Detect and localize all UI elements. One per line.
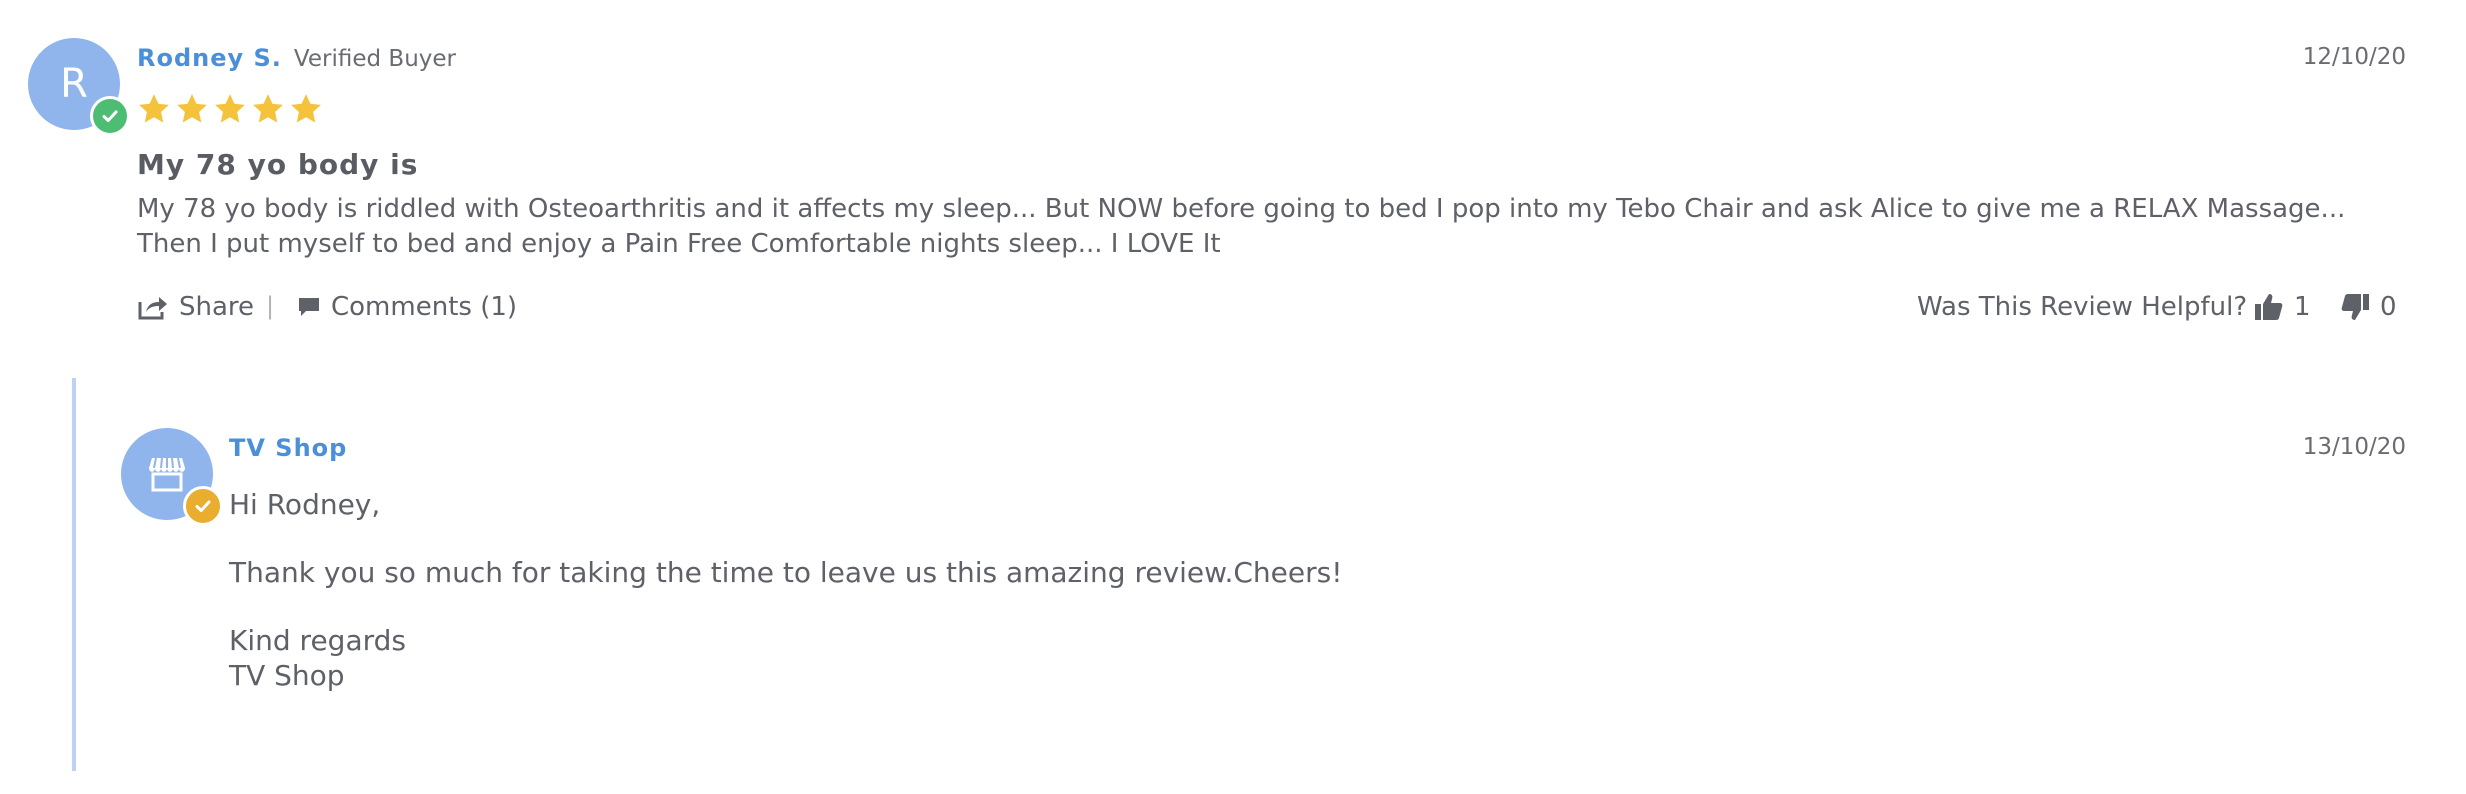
reply-author[interactable]: TV Shop [229, 434, 347, 462]
share-icon [138, 297, 167, 320]
thumbs-down-icon [2341, 294, 2369, 320]
star-icon [253, 94, 283, 123]
action-separator: | [266, 292, 275, 320]
reply-date: 13/10/20 [2302, 434, 2406, 460]
shop-avatar [121, 428, 223, 526]
review-body-line: My 78 yo body is riddled with Osteoarthr… [137, 194, 2346, 224]
star-icon [215, 94, 245, 123]
verified-check-icon [90, 96, 130, 136]
thumbs-down-button[interactable]: 0 [2340, 292, 2397, 322]
star-rating [137, 92, 323, 126]
downvote-count: 0 [2380, 292, 2397, 322]
shop-check-icon [183, 486, 223, 526]
review-title: My 78 yo body is [137, 148, 419, 181]
avatar-letter: R [60, 61, 88, 107]
comments-button[interactable]: Comments (1) [297, 292, 517, 322]
share-button[interactable]: Share [137, 292, 254, 322]
reply-divider-bar [72, 378, 76, 771]
comment-icon [299, 298, 319, 316]
thumbs-up-icon [2255, 294, 2283, 320]
upvote-count: 1 [2294, 292, 2311, 322]
reply-signoff: Kind regards [229, 624, 406, 657]
review-body: My 78 yo body is riddled with Osteoarthr… [137, 192, 2417, 262]
reply-message: Thank you so much for taking the time to… [229, 556, 1343, 589]
comments-label: Comments (1) [331, 292, 518, 322]
reviewer-name[interactable]: Rodney S. [137, 44, 282, 72]
verified-buyer-label: Verified Buyer [293, 46, 456, 72]
helpful-label: Was This Review Helpful? [1917, 292, 2248, 322]
reviewer-avatar: R [28, 38, 130, 136]
star-icon [139, 94, 169, 123]
review-body-line: Then I put myself to bed and enjoy a Pai… [137, 229, 1221, 259]
star-icon [291, 94, 321, 123]
review-date: 12/10/20 [2302, 44, 2406, 70]
thumbs-up-button[interactable]: 1 [2254, 292, 2311, 322]
reply-greeting: Hi Rodney, [229, 488, 381, 521]
reply-body: Hi Rodney, Thank you so much for taking … [229, 487, 2379, 693]
storefront-icon [149, 457, 185, 492]
review-header: Rodney S. Verified Buyer [137, 44, 456, 72]
share-label: Share [179, 292, 255, 322]
star-icon [177, 94, 207, 123]
reply-signature: TV Shop [229, 659, 345, 692]
